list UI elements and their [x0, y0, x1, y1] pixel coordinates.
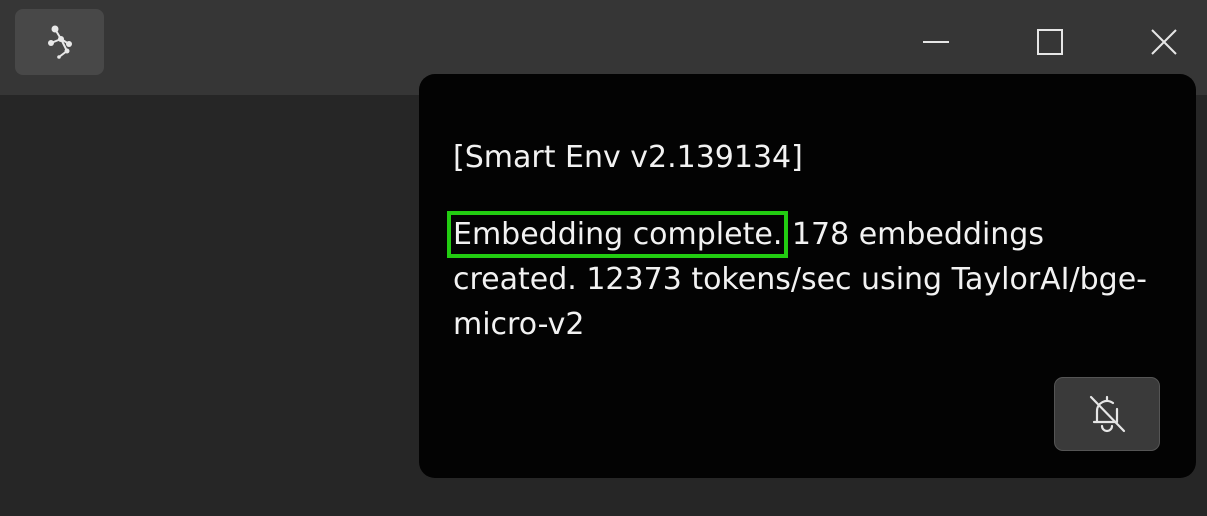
- minimize-button[interactable]: [908, 12, 964, 72]
- notice-header: [Smart Env v2.139134]: [453, 140, 803, 175]
- close-icon: [1151, 29, 1177, 55]
- minimize-icon: [923, 41, 949, 43]
- maximize-icon: [1037, 29, 1063, 55]
- bell-off-icon: [1089, 395, 1126, 433]
- notification-popup[interactable]: [Smart Env v2.139134] Embedding complete…: [419, 74, 1196, 478]
- app-menu-button[interactable]: [15, 9, 104, 75]
- close-button[interactable]: [1136, 12, 1192, 72]
- maximize-button[interactable]: [1022, 12, 1078, 72]
- highlighted-status-text: Embedding complete.: [446, 211, 789, 258]
- notice-message: Embedding complete. 178 embeddings creat…: [446, 211, 1153, 347]
- graph-nodes-icon: [47, 25, 72, 59]
- mute-notifications-button[interactable]: [1054, 377, 1160, 451]
